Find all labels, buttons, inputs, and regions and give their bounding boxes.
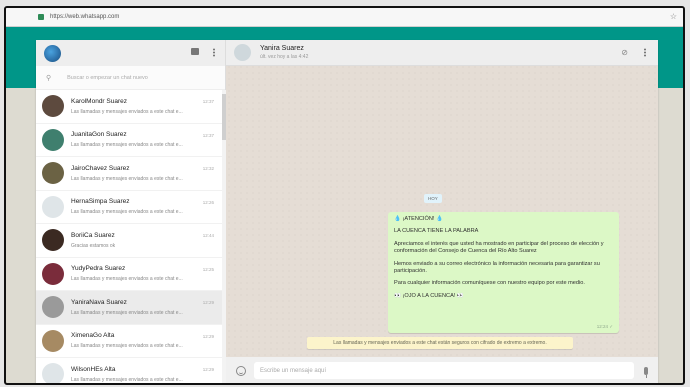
sidebar: ⚲ Buscar o empezar un chat nuevo KarolMo… bbox=[36, 40, 226, 383]
chat-preview: Las llamadas y mensajes enviados a este … bbox=[71, 175, 183, 182]
message-input[interactable]: Escribe un mensaje aquí bbox=[254, 362, 634, 379]
search-input[interactable]: Buscar o empezar un chat nuevo bbox=[67, 75, 148, 81]
chat-preview: Las llamadas y mensajes enviados a este … bbox=[71, 142, 183, 149]
composer: Escribe un mensaje aquí bbox=[226, 357, 658, 383]
message-time: 12:24 ✓ bbox=[596, 323, 613, 329]
chat-preview: Las llamadas y mensajes enviados a este … bbox=[71, 343, 183, 350]
chat-name: XimenaGo Alta bbox=[71, 332, 115, 340]
chat-avatar bbox=[42, 229, 64, 252]
chat-avatar bbox=[42, 329, 64, 352]
browser-window: https://web.whatsapp.com ☆ ⚲ Buscar o em… bbox=[4, 6, 685, 385]
message-line: Para cualquier información comuníquese c… bbox=[394, 280, 585, 287]
chat-list-item[interactable]: JairoChavez Suarez Las llamadas y mensaje… bbox=[36, 157, 222, 191]
lock-icon bbox=[38, 14, 44, 20]
chat-list-item[interactable]: XimenaGo Alta Las llamadas y mensajes env… bbox=[36, 325, 222, 358]
chat-list-item[interactable]: BoriiCa Suarez Gracias estamos ok 12:44 bbox=[36, 224, 222, 258]
chat-avatar bbox=[42, 363, 64, 383]
chat-time: 12:29 bbox=[202, 300, 214, 305]
encryption-notice[interactable]: Las llamadas y mensajes enviados a este … bbox=[307, 337, 573, 349]
day-divider: HOY bbox=[424, 194, 442, 203]
chat-name: WilsonHEs Alta bbox=[71, 365, 116, 373]
chat-name: KarolMondr Suarez bbox=[71, 97, 127, 105]
chat-avatar bbox=[42, 296, 64, 319]
chat-time: 12:44 bbox=[202, 233, 214, 238]
sidebar-header bbox=[36, 40, 225, 66]
address-bar[interactable]: https://web.whatsapp.com ☆ bbox=[6, 8, 683, 27]
contact-name[interactable]: Yanira Suarez bbox=[260, 45, 308, 52]
new-chat-icon[interactable] bbox=[191, 48, 199, 55]
message-bubble[interactable]: 💧 ¡ATENCIÓN! 💧 LA CUENCA TIENE LA PALABR… bbox=[388, 212, 619, 333]
chat-name: YaniraNava Suarez bbox=[71, 298, 127, 306]
chat-list-item[interactable]: KarolMondr Suarez Las llamadas y mensajes… bbox=[36, 90, 222, 124]
chat-avatar bbox=[42, 128, 64, 151]
chat-list-item[interactable]: YaniraNava Suarez Las llamadas y mensajes… bbox=[36, 291, 222, 325]
profile-avatar[interactable] bbox=[44, 44, 61, 62]
chat-time: 12:26 bbox=[202, 199, 214, 205]
last-seen: últ. vez hoy a las 4:42 bbox=[260, 54, 309, 60]
search-bar[interactable]: ⚲ Buscar o empezar un chat nuevo bbox=[36, 66, 225, 90]
chat-preview: Las llamadas y mensajes enviados a este … bbox=[71, 108, 183, 115]
chat-preview: Las llamadas y mensajes enviados a este … bbox=[71, 309, 183, 316]
message-line: Apreciamos el interés que usted ha mostr… bbox=[394, 240, 604, 255]
message-line: Hemos enviado a su correo electrónico la… bbox=[394, 260, 600, 275]
chat-list-item[interactable]: WilsonHEs Alta Las llamadas y mensajes en… bbox=[36, 358, 222, 383]
chat-preview: Las llamadas y mensajes enviados a este … bbox=[71, 376, 183, 383]
chat-preview: Las llamadas y mensajes enviados a este … bbox=[71, 276, 183, 283]
conversation-header[interactable]: Yanira Suarez últ. vez hoy a las 4:42 ⊘ bbox=[226, 40, 658, 66]
chat-time: 12:32 bbox=[202, 166, 214, 171]
chat-avatar bbox=[42, 262, 64, 285]
url-text[interactable]: https://web.whatsapp.com bbox=[50, 14, 119, 20]
chat-time: 12:25 bbox=[202, 266, 214, 272]
conversation-menu-icon[interactable] bbox=[644, 48, 646, 57]
search-icon: ⚲ bbox=[46, 74, 52, 82]
chat-time: 12:37 bbox=[202, 99, 214, 104]
chat-time: 12:29 bbox=[202, 333, 214, 339]
emoji-icon[interactable] bbox=[236, 365, 246, 376]
chat-time: 12:37 bbox=[202, 132, 214, 138]
chat-avatar bbox=[42, 195, 64, 218]
chat-name: BoriiCa Suarez bbox=[71, 231, 115, 239]
chat-list-item[interactable]: JuanitaGon Suarez Las llamadas y mensajes… bbox=[36, 124, 222, 157]
chat-name: HernaSimpa Suarez bbox=[71, 198, 130, 206]
chat-name: JairoChavez Suarez bbox=[71, 164, 130, 172]
chat-name: YudyPedra Suarez bbox=[71, 265, 126, 273]
chat-list-item[interactable]: HernaSimpa Suarez Las llamadas y mensajes… bbox=[36, 191, 222, 224]
bookmark-star-icon[interactable]: ☆ bbox=[670, 12, 677, 21]
chat-time: 12:29 bbox=[202, 367, 214, 372]
message-line: LA CUENCA TIENE LA PALABRA bbox=[394, 228, 479, 235]
attach-icon[interactable]: ⊘ bbox=[621, 48, 628, 57]
contact-avatar[interactable] bbox=[234, 44, 251, 61]
chat-avatar bbox=[42, 95, 64, 118]
chat-list: KarolMondr Suarez Las llamadas y mensajes… bbox=[36, 90, 222, 383]
chat-preview: Las llamadas y mensajes enviados a este … bbox=[71, 209, 183, 216]
menu-dots-icon[interactable] bbox=[213, 48, 215, 57]
message-line: 💧 ¡ATENCIÓN! 💧 bbox=[394, 216, 443, 222]
chat-list-item[interactable]: YudyPedra Suarez Las llamadas y mensajes … bbox=[36, 258, 222, 291]
chat-preview: Gracias estamos ok bbox=[71, 242, 116, 249]
message-line: 👀 ¡OJO A LA CUENCA! 👀 bbox=[394, 292, 464, 299]
conversation-panel: Yanira Suarez últ. vez hoy a las 4:42 ⊘ … bbox=[226, 40, 658, 383]
microphone-icon[interactable] bbox=[644, 366, 648, 378]
chat-name: JuanitaGon Suarez bbox=[71, 131, 127, 139]
chat-avatar bbox=[42, 162, 64, 185]
whatsapp-app: ⚲ Buscar o empezar un chat nuevo KarolMo… bbox=[36, 40, 658, 383]
